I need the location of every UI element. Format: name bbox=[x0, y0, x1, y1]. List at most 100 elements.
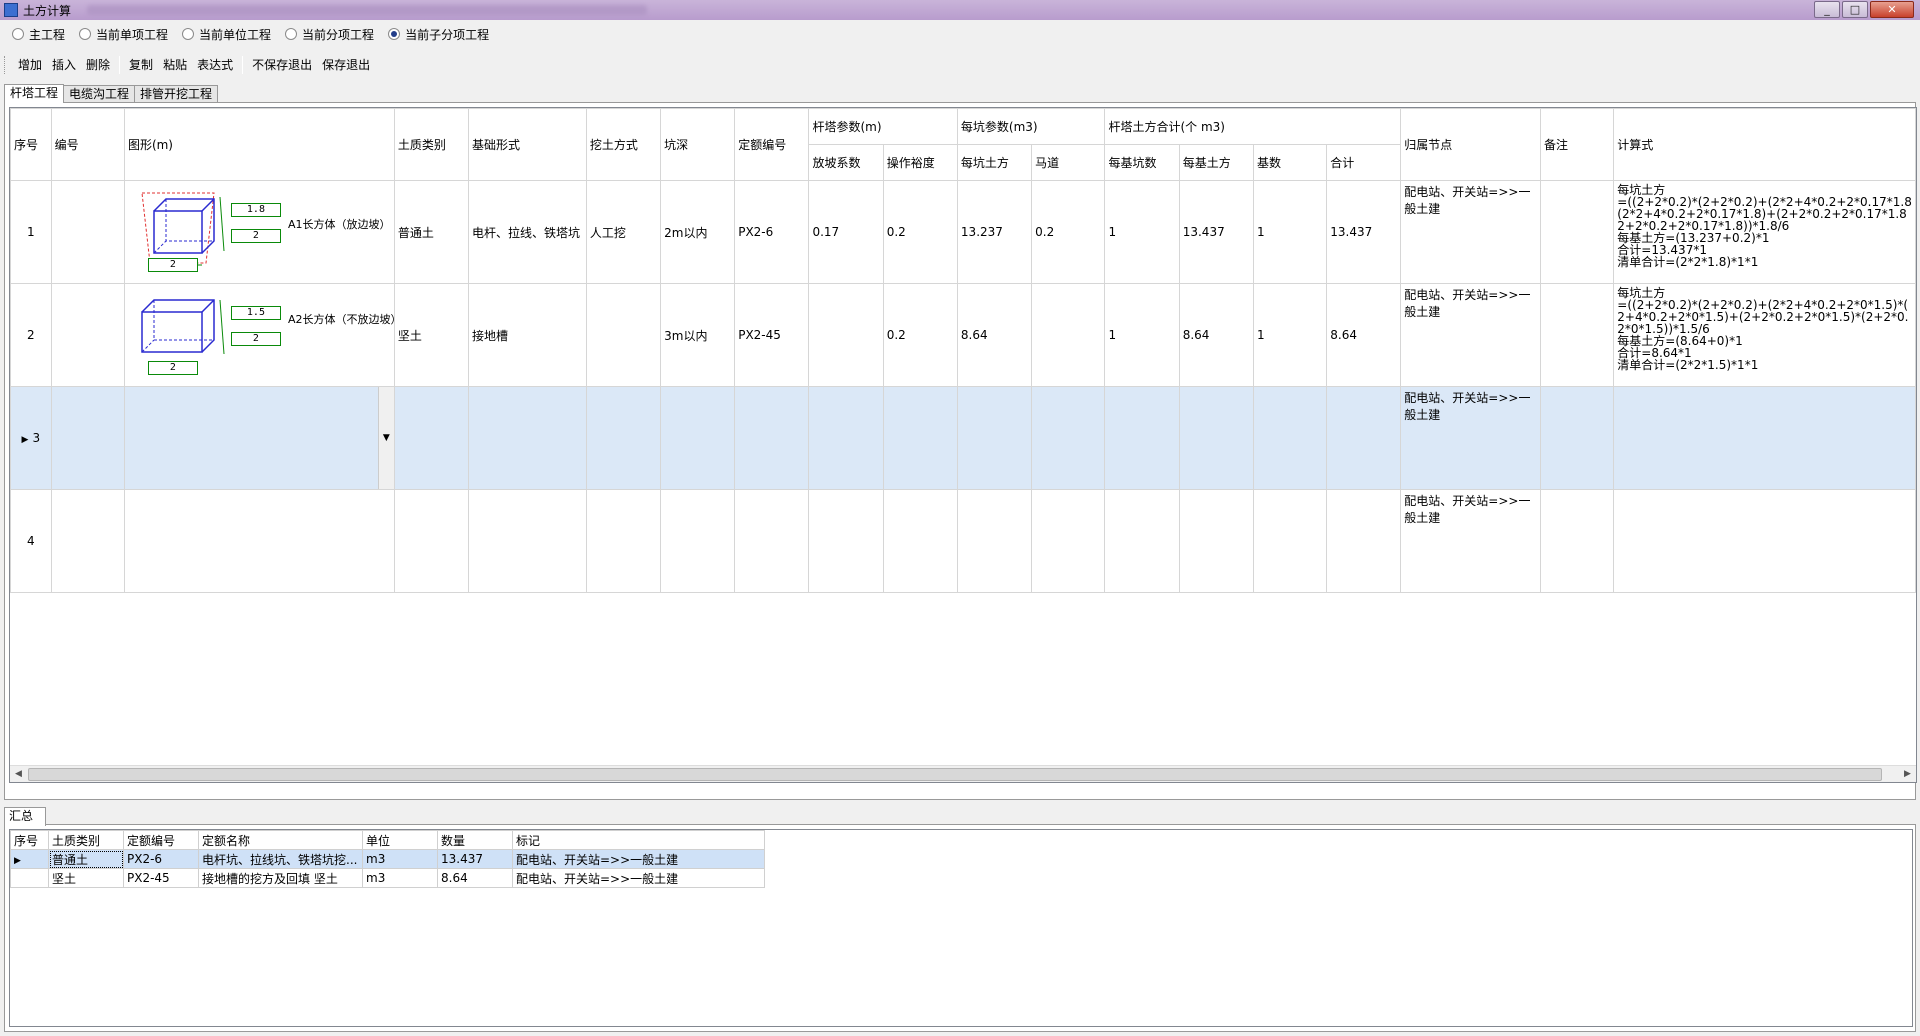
insert-button[interactable]: 插入 bbox=[47, 54, 81, 76]
cell-dig[interactable]: 人工挖 bbox=[585, 180, 662, 284]
cell-pit-earth[interactable]: 13.237 bbox=[956, 180, 1033, 284]
col-base-count[interactable]: 基数 bbox=[1252, 144, 1328, 181]
col-code[interactable]: 编号 bbox=[50, 108, 125, 181]
cell-seq[interactable]: ▶ 3 bbox=[10, 386, 52, 490]
col-seq[interactable]: 序号 bbox=[10, 108, 52, 181]
cell-margin[interactable] bbox=[882, 386, 958, 490]
cell-slope[interactable] bbox=[808, 489, 884, 593]
cell-depth[interactable] bbox=[660, 489, 736, 593]
cell-ramp[interactable] bbox=[1031, 386, 1106, 490]
cell-total[interactable] bbox=[1326, 489, 1402, 593]
sum-col-soil[interactable]: 土质类别 bbox=[48, 830, 124, 850]
delete-button[interactable]: 删除 bbox=[81, 54, 115, 76]
horizontal-scrollbar[interactable]: ◀ ▶ bbox=[10, 765, 1916, 782]
col-quota[interactable]: 定额编号 bbox=[734, 108, 810, 181]
cell-node[interactable]: 配电站、开关站=>>一般土建 bbox=[1400, 283, 1541, 387]
tab-tower[interactable]: 杆塔工程 bbox=[4, 84, 65, 103]
cell-per-pit-count[interactable] bbox=[1104, 489, 1180, 593]
cell-pit-earth[interactable] bbox=[956, 386, 1033, 490]
cell-per-pit-count[interactable] bbox=[1104, 386, 1180, 490]
col-node[interactable]: 归属节点 bbox=[1400, 108, 1541, 181]
cell-quota[interactable] bbox=[734, 386, 810, 490]
cell-depth[interactable] bbox=[660, 386, 736, 490]
scroll-left-icon[interactable]: ◀ bbox=[10, 766, 27, 782]
sum-col-quota-name[interactable]: 定额名称 bbox=[198, 830, 363, 850]
cell-seq[interactable]: 2 bbox=[10, 283, 52, 387]
sum-col-quota[interactable]: 定额编号 bbox=[123, 830, 199, 850]
add-button[interactable]: 增加 bbox=[13, 54, 47, 76]
cell-node[interactable]: 配电站、开关站=>>一般土建 bbox=[1400, 386, 1541, 490]
sum-col-mark[interactable]: 标记 bbox=[512, 830, 765, 850]
cell-formula[interactable] bbox=[1613, 489, 1916, 593]
col-pit-earth[interactable]: 每坑土方 bbox=[956, 144, 1033, 181]
radio-current-subitem[interactable]: 当前分项工程 bbox=[285, 26, 374, 43]
col-foundation[interactable]: 基础形式 bbox=[468, 108, 587, 181]
cell-soil[interactable] bbox=[393, 386, 470, 490]
col-ramp[interactable]: 马道 bbox=[1031, 144, 1106, 181]
sum-col-unit[interactable]: 单位 bbox=[362, 830, 438, 850]
cell-shape[interactable]: 1.8 2 2 A1长方体（放边坡） bbox=[123, 180, 395, 284]
cell-per-pit-count[interactable]: 1 bbox=[1104, 180, 1180, 284]
cell-base-count[interactable]: 1 bbox=[1252, 180, 1328, 284]
cell-depth[interactable]: 2m以内 bbox=[660, 180, 736, 284]
cell-margin[interactable]: 0.2 bbox=[882, 180, 958, 284]
col-depth[interactable]: 坑深 bbox=[660, 108, 736, 181]
cell-dig[interactable] bbox=[585, 489, 662, 593]
cell-per-base-earth[interactable] bbox=[1178, 386, 1254, 490]
col-per-base-earth[interactable]: 每基土方 bbox=[1178, 144, 1254, 181]
cell-formula[interactable]: 每坑土方 =((2+2*0.2)*(2+2*0.2)+(2*2+4*0.2+2*… bbox=[1613, 283, 1916, 387]
cell-code[interactable] bbox=[50, 180, 125, 284]
cell-shape[interactable]: ▼ bbox=[123, 386, 395, 490]
tab-pipe-excavation[interactable]: 排管开挖工程 bbox=[134, 85, 219, 102]
sum-cell-mark[interactable]: 配电站、开关站=>>一般土建 bbox=[512, 868, 765, 888]
cell-base-count[interactable] bbox=[1252, 489, 1328, 593]
cell-note[interactable] bbox=[1539, 386, 1615, 490]
cell-soil[interactable] bbox=[393, 489, 470, 593]
cell-pit-earth[interactable] bbox=[956, 489, 1033, 593]
cell-code[interactable] bbox=[50, 386, 125, 490]
tab-summary[interactable]: 汇总 bbox=[4, 807, 47, 826]
sum-cell-qty[interactable]: 8.64 bbox=[437, 868, 513, 888]
table-row-selected[interactable]: ▶ 3 ▼ 配电站、开关站=>>一般土建 bbox=[10, 386, 1916, 490]
cell-foundation[interactable]: 电杆、拉线、铁塔坑 bbox=[468, 180, 587, 284]
cell-seq[interactable]: 1 bbox=[10, 180, 52, 284]
dropdown-arrow-icon[interactable]: ▼ bbox=[377, 387, 394, 489]
cell-margin[interactable]: 0.2 bbox=[882, 283, 958, 387]
sum-cell-soil[interactable]: 普通土 bbox=[48, 849, 124, 869]
radio-current-sub-subitem[interactable]: 当前子分项工程 bbox=[388, 26, 489, 43]
cell-quota[interactable]: PX2-6 bbox=[734, 180, 810, 284]
col-total[interactable]: 合计 bbox=[1326, 144, 1402, 181]
cell-per-base-earth[interactable]: 13.437 bbox=[1178, 180, 1254, 284]
cell-pit-earth[interactable]: 8.64 bbox=[956, 283, 1033, 387]
cell-dig[interactable] bbox=[585, 386, 662, 490]
cell-margin[interactable] bbox=[882, 489, 958, 593]
height-value[interactable]: 1.5 bbox=[230, 305, 281, 320]
cell-quota[interactable] bbox=[734, 489, 810, 593]
cell-seq[interactable]: 4 bbox=[10, 489, 52, 593]
col-shape[interactable]: 图形(m) bbox=[123, 108, 395, 181]
sum-col-qty[interactable]: 数量 bbox=[437, 830, 513, 850]
sum-cell-quota-name[interactable]: 接地槽的挖方及回填 坚土 bbox=[198, 868, 363, 888]
cell-slope[interactable] bbox=[808, 386, 884, 490]
cell-slope[interactable] bbox=[808, 283, 884, 387]
sum-cell-mark[interactable]: 配电站、开关站=>>一般土建 bbox=[512, 849, 765, 869]
cell-dig[interactable] bbox=[585, 283, 662, 387]
col-per-pit-count[interactable]: 每基坑数 bbox=[1104, 144, 1180, 181]
cell-node[interactable]: 配电站、开关站=>>一般土建 bbox=[1400, 180, 1541, 284]
height-value[interactable]: 1.8 bbox=[230, 202, 281, 217]
cell-formula[interactable] bbox=[1613, 386, 1916, 490]
cell-ramp[interactable] bbox=[1031, 489, 1106, 593]
col-note[interactable]: 备注 bbox=[1539, 108, 1615, 181]
cell-depth[interactable]: 3m以内 bbox=[660, 283, 736, 387]
copy-button[interactable]: 复制 bbox=[124, 54, 158, 76]
tab-cable-trench[interactable]: 电缆沟工程 bbox=[63, 85, 136, 102]
cell-node[interactable]: 配电站、开关站=>>一般土建 bbox=[1400, 489, 1541, 593]
cell-per-base-earth[interactable]: 8.64 bbox=[1178, 283, 1254, 387]
sum-cell-quota[interactable]: PX2-45 bbox=[123, 868, 199, 888]
cell-soil[interactable]: 普通土 bbox=[393, 180, 470, 284]
exit-without-save-button[interactable]: 不保存退出 bbox=[247, 54, 317, 76]
cell-code[interactable] bbox=[50, 489, 125, 593]
cell-foundation[interactable]: 接地槽 bbox=[468, 283, 587, 387]
cell-note[interactable] bbox=[1539, 489, 1615, 593]
radio-current-unit-project[interactable]: 当前单位工程 bbox=[182, 26, 271, 43]
